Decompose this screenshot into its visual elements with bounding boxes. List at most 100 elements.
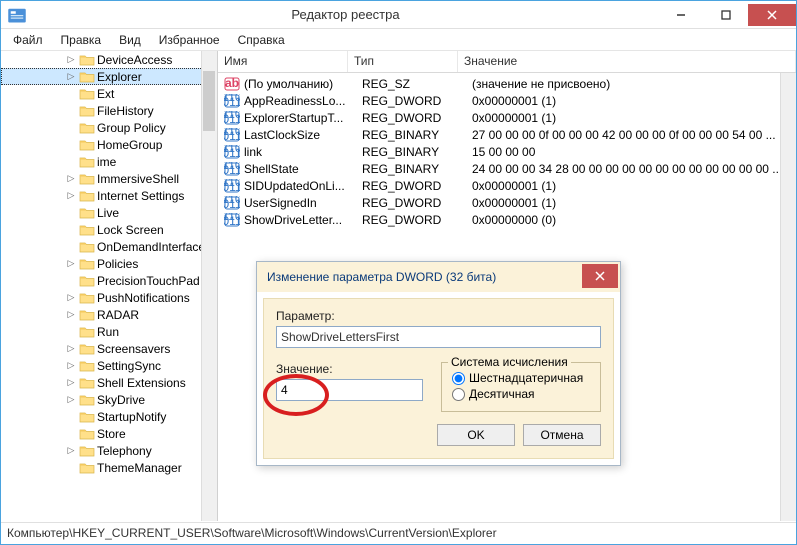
value-label: Значение: bbox=[276, 362, 423, 376]
value-type: REG_BINARY bbox=[362, 145, 472, 159]
tree-item[interactable]: Live bbox=[1, 204, 218, 221]
value-type: REG_BINARY bbox=[362, 128, 472, 142]
folder-icon bbox=[79, 461, 95, 475]
value-row[interactable]: 110011LastClockSizeREG_BINARY27 00 00 00… bbox=[218, 126, 796, 143]
tree-item-label: StartupNotify bbox=[97, 410, 166, 424]
minimize-button[interactable] bbox=[658, 4, 703, 26]
tree-item[interactable]: ▷SettingSync bbox=[1, 357, 218, 374]
tree-item[interactable]: ThemeManager bbox=[1, 459, 218, 476]
radix-hex-radio[interactable] bbox=[452, 372, 465, 385]
tree-item[interactable]: Lock Screen bbox=[1, 221, 218, 238]
tree-item[interactable]: ▷Shell Extensions bbox=[1, 374, 218, 391]
tree-item[interactable]: ▷ Internet Settings bbox=[1, 187, 218, 204]
menu-help[interactable]: Справка bbox=[230, 31, 293, 49]
tree-expand-icon[interactable]: ▷ bbox=[65, 54, 77, 65]
value-type-icon: ab bbox=[224, 77, 240, 91]
tree-expand-icon[interactable]: ▷ bbox=[65, 292, 77, 303]
value-row[interactable]: 110011AppReadinessLo...REG_DWORD0x000000… bbox=[218, 92, 796, 109]
tree-item[interactable]: ▷Explorer bbox=[1, 68, 218, 85]
tree-expand-icon[interactable]: ▷ bbox=[65, 343, 77, 354]
tree-item[interactable]: PrecisionTouchPad bbox=[1, 272, 218, 289]
svg-text:011: 011 bbox=[224, 146, 240, 159]
radix-legend: Система исчисления bbox=[448, 355, 571, 369]
value-data: 0x00000001 (1) bbox=[472, 94, 796, 108]
tree-expand-icon[interactable]: ▷ bbox=[65, 71, 77, 82]
menu-favorites[interactable]: Избранное bbox=[151, 31, 228, 49]
tree-item[interactable]: ▷DeviceAccess bbox=[1, 51, 218, 68]
tree-item[interactable]: ▷Policies bbox=[1, 255, 218, 272]
folder-icon bbox=[79, 121, 95, 135]
tree-item[interactable]: ▷ RADAR bbox=[1, 306, 218, 323]
value-input[interactable] bbox=[276, 379, 423, 401]
tree-item[interactable]: FileHistory bbox=[1, 102, 218, 119]
folder-icon bbox=[79, 274, 95, 288]
folder-icon bbox=[79, 291, 95, 305]
tree-expand-icon[interactable]: ▷ bbox=[65, 445, 77, 456]
tree-item[interactable]: ▷Telephony bbox=[1, 442, 218, 459]
value-row[interactable]: 110011ShowDriveLetter...REG_DWORD0x00000… bbox=[218, 211, 796, 228]
cancel-button[interactable]: Отмена bbox=[523, 424, 601, 446]
tree-expand-icon[interactable]: ▷ bbox=[65, 309, 77, 320]
col-value[interactable]: Значение bbox=[458, 51, 796, 72]
folder-icon bbox=[79, 427, 95, 441]
tree-item-label: Ext bbox=[97, 87, 114, 101]
tree-item[interactable]: Store bbox=[1, 425, 218, 442]
radix-dec-radio[interactable] bbox=[452, 388, 465, 401]
value-type: REG_BINARY bbox=[362, 162, 472, 176]
titlebar: Редактор реестра bbox=[1, 1, 796, 29]
tree-expand-icon[interactable]: ▷ bbox=[65, 377, 77, 388]
tree-item-label: RADAR bbox=[97, 308, 139, 322]
tree-item[interactable]: OnDemandInterfaceCache bbox=[1, 238, 218, 255]
menu-file[interactable]: Файл bbox=[5, 31, 51, 49]
dialog-close-button[interactable] bbox=[582, 264, 618, 288]
tree-item[interactable]: ▷SkyDrive bbox=[1, 391, 218, 408]
tree-item[interactable]: ▷ImmersiveShell bbox=[1, 170, 218, 187]
tree-item-label: Internet Settings bbox=[97, 189, 184, 203]
close-button[interactable] bbox=[748, 4, 796, 26]
tree-scroll-thumb[interactable] bbox=[203, 71, 215, 131]
value-row[interactable]: 110011linkREG_BINARY15 00 00 00 bbox=[218, 143, 796, 160]
maximize-button[interactable] bbox=[703, 4, 748, 26]
value-type-icon: 110011 bbox=[224, 94, 240, 108]
svg-text:ab: ab bbox=[225, 77, 239, 90]
ok-button[interactable]: OK bbox=[437, 424, 515, 446]
tree-item-label: OnDemandInterfaceCache bbox=[97, 240, 218, 254]
value-type: REG_DWORD bbox=[362, 196, 472, 210]
value-type: REG_SZ bbox=[362, 77, 472, 91]
value-name: LastClockSize bbox=[244, 128, 362, 142]
folder-icon bbox=[79, 138, 95, 152]
tree-expand-icon[interactable]: ▷ bbox=[65, 394, 77, 405]
tree-item[interactable]: HomeGroup bbox=[1, 136, 218, 153]
col-type[interactable]: Тип bbox=[348, 51, 458, 72]
radix-dec-option[interactable]: Десятичная bbox=[452, 387, 590, 401]
dialog-title: Изменение параметра DWORD (32 бита) bbox=[257, 262, 620, 292]
value-type-icon: 110011 bbox=[224, 179, 240, 193]
tree-item[interactable]: StartupNotify bbox=[1, 408, 218, 425]
tree-item[interactable]: ▷PushNotifications bbox=[1, 289, 218, 306]
tree-item[interactable]: ▷ Screensavers bbox=[1, 340, 218, 357]
tree-expand-icon[interactable]: ▷ bbox=[65, 190, 77, 201]
col-name[interactable]: Имя bbox=[218, 51, 348, 72]
value-type: REG_DWORD bbox=[362, 213, 472, 227]
tree-item-label: ime bbox=[97, 155, 116, 169]
tree-item-label: Group Policy bbox=[97, 121, 166, 135]
value-row[interactable]: 110011UserSignedInREG_DWORD0x00000001 (1… bbox=[218, 194, 796, 211]
tree-expand-icon[interactable]: ▷ bbox=[65, 360, 77, 371]
radix-hex-option[interactable]: Шестнадцатеричная bbox=[452, 371, 590, 385]
tree-item[interactable]: Run bbox=[1, 323, 218, 340]
tree-panel: ▷DeviceAccess▷Explorer ExtFileHistory Grou… bbox=[1, 51, 218, 521]
menu-edit[interactable]: Правка bbox=[53, 31, 110, 49]
tree-item[interactable]: ime bbox=[1, 153, 218, 170]
value-row[interactable]: ab(По умолчанию)REG_SZ(значение не присв… bbox=[218, 75, 796, 92]
tree-item[interactable]: Ext bbox=[1, 85, 218, 102]
value-row[interactable]: 110011SIDUpdatedOnLi...REG_DWORD0x000000… bbox=[218, 177, 796, 194]
menu-view[interactable]: Вид bbox=[111, 31, 149, 49]
value-row[interactable]: 110011ExplorerStartupT...REG_DWORD0x0000… bbox=[218, 109, 796, 126]
value-row[interactable]: 110011ShellStateREG_BINARY24 00 00 00 34… bbox=[218, 160, 796, 177]
list-scrollbar[interactable] bbox=[780, 73, 796, 521]
tree-item[interactable]: Group Policy bbox=[1, 119, 218, 136]
tree-expand-icon[interactable]: ▷ bbox=[65, 173, 77, 184]
tree-scrollbar[interactable] bbox=[201, 51, 217, 521]
tree-expand-icon[interactable]: ▷ bbox=[65, 258, 77, 269]
tree-item-label: Screensavers bbox=[97, 342, 170, 356]
